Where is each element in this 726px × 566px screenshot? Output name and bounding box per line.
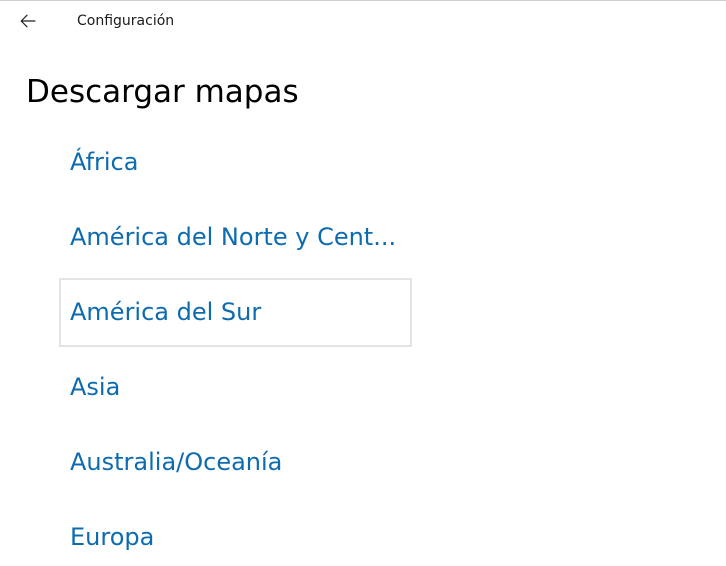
back-button[interactable] <box>10 5 46 37</box>
region-list: África América del Norte y Cent... Améri… <box>59 128 412 566</box>
app-title: Configuración <box>77 13 175 29</box>
arrow-left-icon <box>20 14 36 28</box>
region-item-australia-oceania[interactable]: Australia/Oceanía <box>59 428 412 503</box>
region-item-africa[interactable]: África <box>59 128 412 203</box>
region-item-south-america[interactable]: América del Sur <box>59 278 412 347</box>
region-item-asia[interactable]: Asia <box>59 353 412 428</box>
title-bar: Configuración <box>0 1 726 41</box>
page-title: Descargar mapas <box>26 74 299 110</box>
region-item-europe[interactable]: Europa <box>59 503 412 566</box>
region-item-north-central-america[interactable]: América del Norte y Cent... <box>59 203 412 278</box>
